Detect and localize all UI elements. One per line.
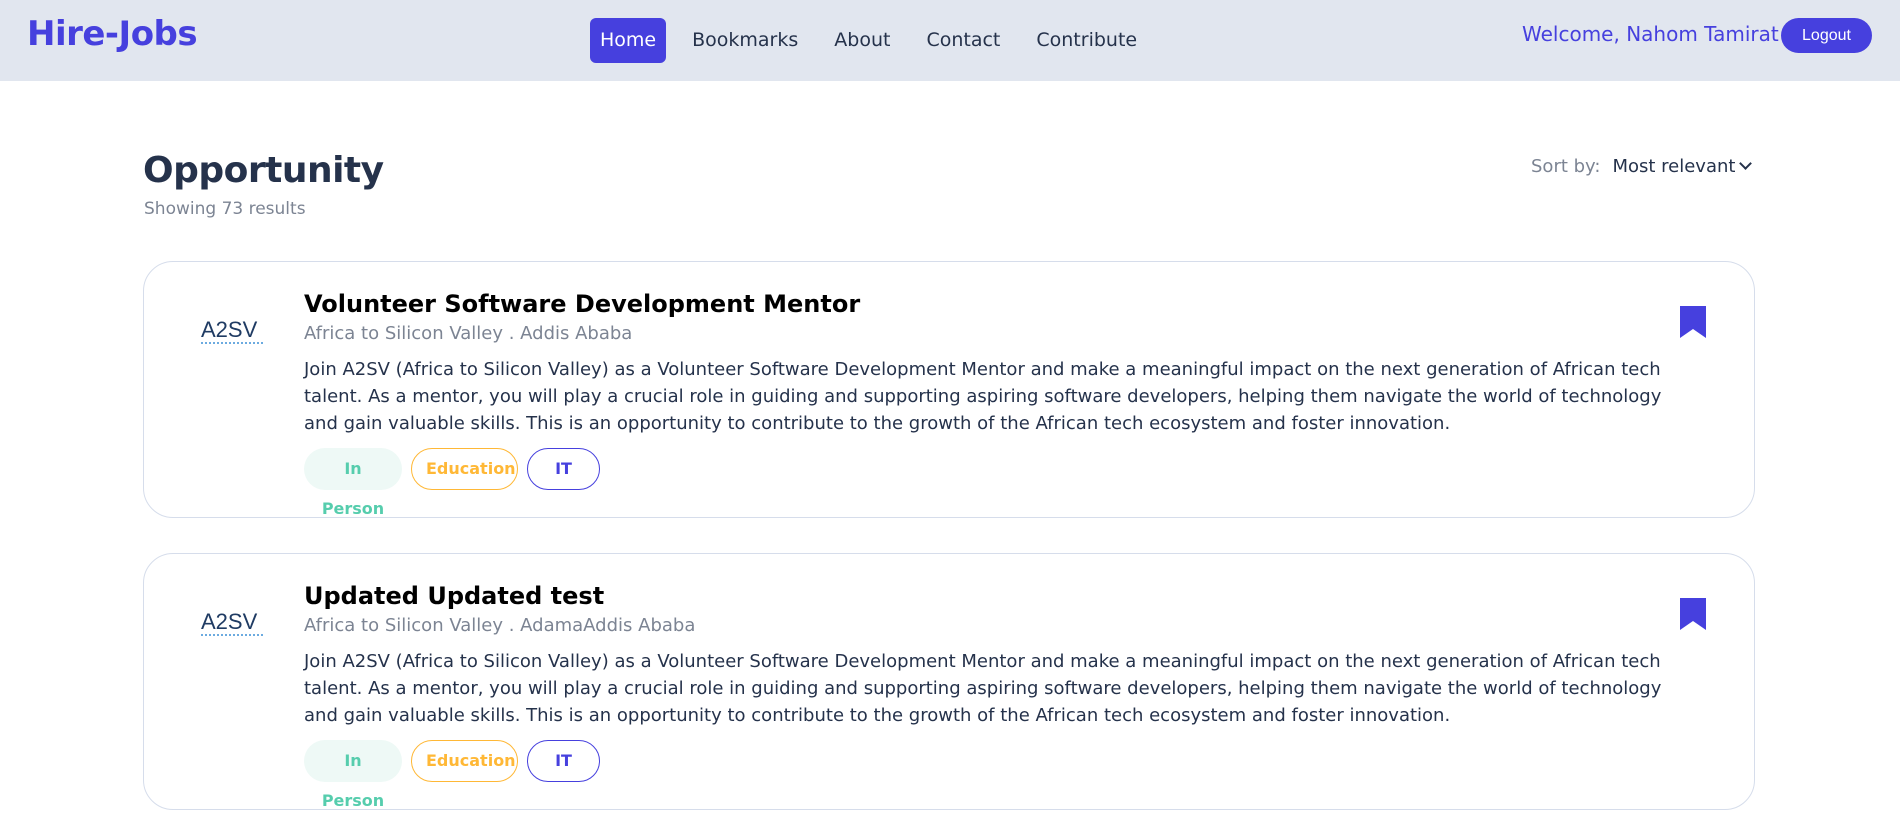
bookmark-icon[interactable]	[1678, 304, 1708, 340]
job-card[interactable]: A2SV Updated Updated test Africa to Sili…	[143, 553, 1755, 810]
nav-contact[interactable]: Contact	[916, 18, 1010, 63]
welcome-text: Welcome, Nahom Tamirat	[1522, 22, 1779, 46]
chevron-down-icon	[1739, 157, 1753, 170]
company-logo: A2SV	[201, 318, 263, 344]
top-navbar: Hire-Jobs Home Bookmarks About Contact C…	[0, 0, 1900, 81]
job-tags: In Person Education IT	[304, 740, 609, 810]
job-card[interactable]: A2SV Volunteer Software Development Ment…	[143, 261, 1755, 518]
nav-bookmarks[interactable]: Bookmarks	[682, 18, 808, 63]
nav-about[interactable]: About	[824, 18, 900, 63]
job-description: Join A2SV (Africa to Silicon Valley) as …	[304, 359, 1662, 434]
tag-in-person: In Person	[304, 740, 402, 810]
job-tags: In Person Education IT	[304, 448, 609, 518]
job-description: Join A2SV (Africa to Silicon Valley) as …	[304, 651, 1662, 726]
sort-dropdown[interactable]: Most relevant	[1612, 156, 1753, 177]
brand-logo[interactable]: Hire-Jobs	[27, 14, 198, 54]
sort-control: Sort by: Most relevant	[1531, 156, 1753, 177]
tag-it: IT	[527, 448, 600, 490]
job-title[interactable]: Updated Updated test	[304, 582, 604, 610]
page-title: Opportunity	[143, 150, 384, 191]
tag-education: Education	[411, 740, 518, 782]
sort-label: Sort by:	[1531, 156, 1601, 177]
tag-in-person: In Person	[304, 448, 402, 518]
tag-it: IT	[527, 740, 600, 782]
job-company-location: Africa to Silicon Valley . AdamaAddis Ab…	[304, 615, 696, 636]
company-logo: A2SV	[201, 610, 263, 636]
sort-value: Most relevant	[1612, 156, 1736, 177]
job-company-location: Africa to Silicon Valley . Addis Ababa	[304, 323, 633, 344]
logo-text: A2SV	[201, 610, 258, 634]
bookmark-icon[interactable]	[1678, 596, 1708, 632]
logout-button[interactable]: Logout	[1781, 18, 1872, 53]
tag-education: Education	[411, 448, 518, 490]
result-count: Showing 73 results	[144, 199, 306, 219]
nav-links: Home Bookmarks About Contact Contribute	[590, 18, 1163, 63]
job-title[interactable]: Volunteer Software Development Mentor	[304, 290, 860, 318]
nav-contribute[interactable]: Contribute	[1026, 18, 1147, 63]
nav-home[interactable]: Home	[590, 18, 667, 63]
logo-text: A2SV	[201, 318, 258, 342]
